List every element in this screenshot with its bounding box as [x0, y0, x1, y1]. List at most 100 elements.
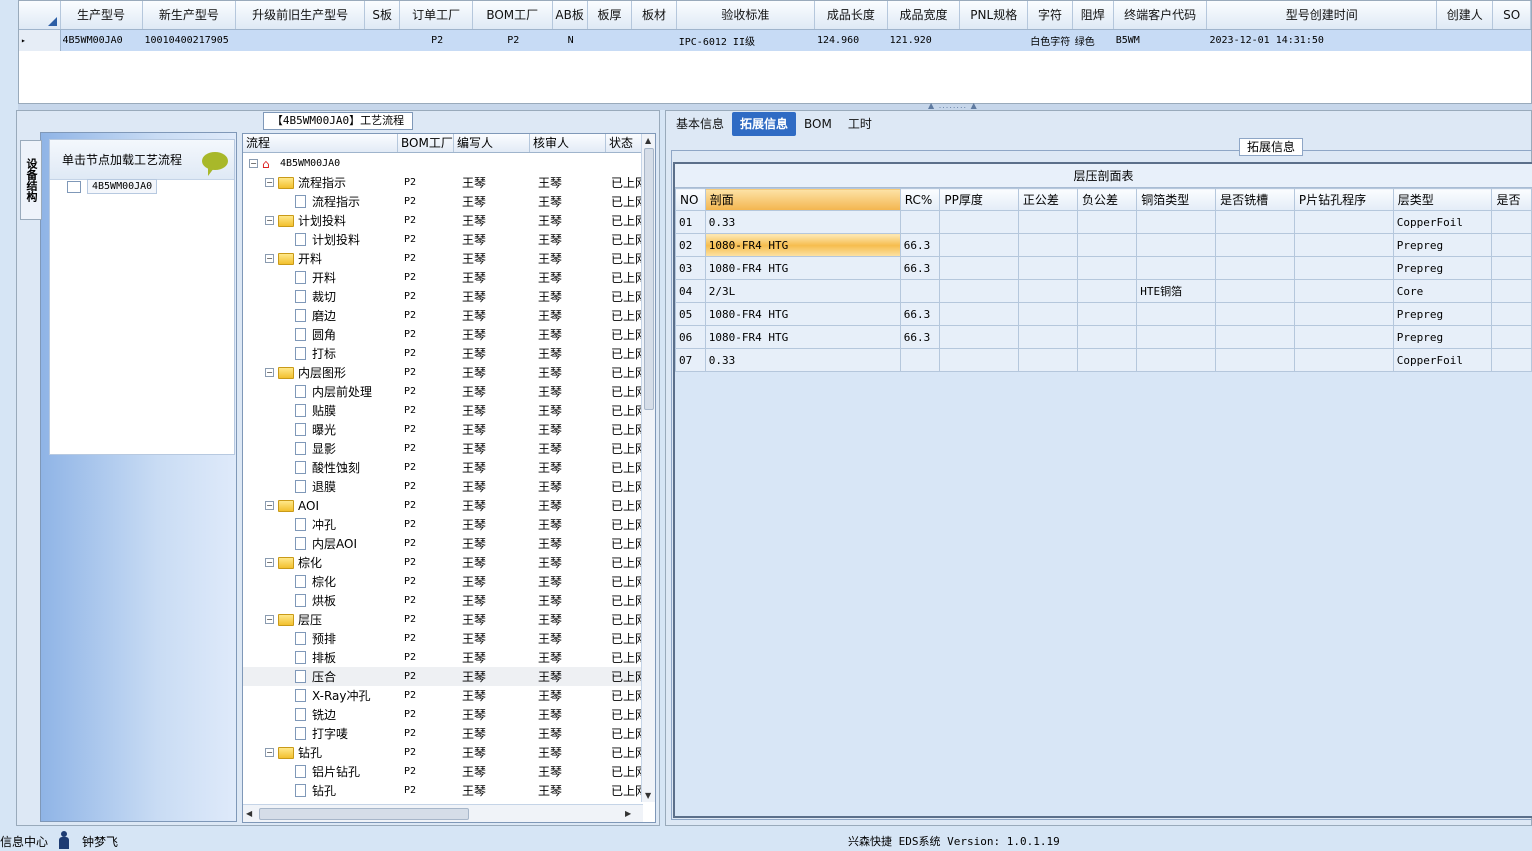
stack-cell[interactable]: Prepreg	[1392, 233, 1493, 257]
tree-row[interactable]: 打标 P2 王琴 王琴 已上网	[243, 344, 643, 363]
tree-row[interactable]: − 内层图形 P2 王琴 王琴 已上网	[243, 363, 643, 382]
stack-cell[interactable]	[1293, 256, 1394, 280]
stack-cell[interactable]: 07	[675, 348, 706, 372]
stack-cell[interactable]	[1293, 210, 1394, 234]
stack-column-header[interactable]: PP厚度	[939, 188, 1019, 211]
table-cell[interactable]: P2	[472, 29, 553, 51]
tree-row[interactable]: 铣边 P2 王琴 王琴 已上网	[243, 705, 643, 724]
tree-row[interactable]: 贴膜 P2 王琴 王琴 已上网	[243, 401, 643, 420]
side-tab[interactable]: 设备结构	[20, 140, 42, 220]
table-cell[interactable]	[364, 29, 401, 51]
tree-row[interactable]: 铝片钻孔 P2 王琴 王琴 已上网	[243, 762, 643, 781]
chat-bubble-icon[interactable]	[202, 152, 228, 176]
stack-cell[interactable]: CopperFoil	[1392, 210, 1493, 234]
stack-cell[interactable]	[1491, 210, 1532, 234]
stack-column-header[interactable]: 铜箔类型	[1136, 188, 1217, 211]
table-cell[interactable]: 121.920	[887, 29, 961, 51]
stack-cell[interactable]: HTE铜箔	[1136, 279, 1217, 303]
stack-cell[interactable]: 04	[675, 279, 706, 303]
tree-column-header[interactable]: 编写人	[454, 134, 530, 152]
collapse-icon[interactable]: −	[265, 216, 274, 225]
stack-cell[interactable]	[1077, 279, 1138, 303]
vertical-scrollbar[interactable]: ▲ ▼	[641, 134, 655, 802]
stack-cell[interactable]: 1080-FR4 HTG	[704, 325, 901, 349]
stack-cell[interactable]: 1080-FR4 HTG	[704, 233, 901, 257]
stack-cell[interactable]: Prepreg	[1392, 325, 1493, 349]
tree-row[interactable]: 流程指示 P2 王琴 王琴 已上网	[243, 192, 643, 211]
column-header[interactable]: S板	[364, 1, 401, 30]
stack-column-header[interactable]: P片钻孔程序	[1293, 188, 1394, 211]
table-cell[interactable]	[631, 29, 677, 51]
tree-row[interactable]: 钻孔 P2 王琴 王琴 已上网	[243, 781, 643, 800]
tree-root[interactable]: − ⌂ 4B5WM00JA0	[243, 154, 643, 173]
stack-column-header[interactable]: 剖面	[704, 188, 901, 211]
scroll-left-icon[interactable]: ◀	[246, 809, 252, 818]
stack-cell[interactable]	[1293, 325, 1394, 349]
stack-cell[interactable]	[1077, 256, 1138, 280]
table-cell[interactable]: P2	[399, 29, 473, 51]
stack-cell[interactable]	[939, 302, 1019, 326]
stack-cell[interactable]: 66.3	[899, 256, 941, 280]
collapse-icon[interactable]: −	[265, 368, 274, 377]
stack-cell[interactable]	[1491, 302, 1532, 326]
stack-cell[interactable]: Prepreg	[1392, 302, 1493, 326]
stack-cell[interactable]	[939, 256, 1019, 280]
stack-cell[interactable]	[1017, 348, 1079, 372]
stack-cell[interactable]: 66.3	[899, 233, 941, 257]
stack-cell[interactable]: 01	[675, 210, 706, 234]
stack-cell[interactable]	[1491, 348, 1532, 372]
collapse-icon[interactable]: −	[265, 558, 274, 567]
stack-cell[interactable]	[1077, 325, 1138, 349]
tree-row[interactable]: 酸性蚀刻 P2 王琴 王琴 已上网	[243, 458, 643, 477]
stack-cell[interactable]	[1017, 325, 1079, 349]
table-cell[interactable]: 白色字符	[1027, 29, 1073, 51]
stack-cell[interactable]: 1080-FR4 HTG	[704, 302, 901, 326]
column-header[interactable]: AB板	[552, 1, 588, 30]
column-header[interactable]: 字符	[1027, 1, 1073, 30]
stack-cell[interactable]	[1491, 233, 1532, 257]
stack-row[interactable]: 06 1080-FR4 HTG 66.3 Prepreg	[675, 325, 1532, 349]
collapse-icon[interactable]: −	[265, 178, 274, 187]
stack-cell[interactable]	[1491, 256, 1532, 280]
tab-1[interactable]: 拓展信息	[732, 112, 797, 136]
tab-3[interactable]: 工时	[840, 112, 880, 136]
table-cell[interactable]: 124.960	[814, 29, 888, 51]
tree-row[interactable]: 显影 P2 王琴 王琴 已上网	[243, 439, 643, 458]
horizontal-scrollbar[interactable]: ◀ ▶	[243, 804, 643, 822]
column-header[interactable]: BOM工厂	[472, 1, 553, 30]
stack-cell[interactable]	[1491, 279, 1532, 303]
tab-2[interactable]: BOM	[796, 112, 840, 136]
table-cell[interactable]: 10010400217905	[142, 29, 237, 51]
collapse-icon[interactable]: −	[265, 501, 274, 510]
tree-body[interactable]: −⌂4B5WM00JA0−流程指示P2王琴王琴已上网流程指示P2王琴王琴已上网−…	[243, 154, 643, 802]
stack-cell[interactable]	[1293, 233, 1394, 257]
stack-cell[interactable]	[1136, 256, 1217, 280]
stack-cell[interactable]	[1077, 210, 1138, 234]
stack-column-header[interactable]: 正公差	[1017, 188, 1079, 211]
column-header[interactable]: 板材	[631, 1, 677, 30]
table-cell[interactable]: 2023-12-01 14:31:50	[1206, 29, 1438, 51]
stack-column-header[interactable]: NO	[675, 188, 706, 211]
info-center-link[interactable]: 信息中心	[0, 833, 48, 850]
stack-cell[interactable]	[1215, 302, 1295, 326]
tree-row[interactable]: 开料 P2 王琴 王琴 已上网	[243, 268, 643, 287]
stack-cell[interactable]	[939, 210, 1019, 234]
stack-cell[interactable]	[1136, 210, 1217, 234]
stack-cell[interactable]	[1017, 279, 1079, 303]
product-grid[interactable]: 生产型号 新生产型号 升级前旧生产型号 S板 订单工厂 BOM工厂 AB板 板厚 板材 验收标准成…	[18, 0, 1532, 104]
collapse-icon[interactable]: −	[265, 748, 274, 757]
stack-cell[interactable]	[1215, 325, 1295, 349]
stack-cell[interactable]	[1215, 210, 1295, 234]
column-header[interactable]: 生产型号	[60, 1, 143, 30]
tree-row[interactable]: 打字唛 P2 王琴 王琴 已上网	[243, 724, 643, 743]
stack-cell[interactable]: CopperFoil	[1392, 348, 1493, 372]
stack-cell[interactable]: 03	[675, 256, 706, 280]
stack-column-header[interactable]: 负公差	[1077, 188, 1138, 211]
stack-column-header[interactable]: 层类型	[1392, 188, 1493, 211]
table-cell[interactable]: 绿色	[1072, 29, 1114, 51]
tree-row[interactable]: 烘板 P2 王琴 王琴 已上网	[243, 591, 643, 610]
stack-cell[interactable]	[939, 325, 1019, 349]
tree-row[interactable]: 排板 P2 王琴 王琴 已上网	[243, 648, 643, 667]
table-row[interactable]: ▸ 4B5WM00JA0 10010400217905 P2 P2 N IPC-6012 I…	[19, 29, 1531, 51]
column-header[interactable]: 板厚	[587, 1, 633, 30]
